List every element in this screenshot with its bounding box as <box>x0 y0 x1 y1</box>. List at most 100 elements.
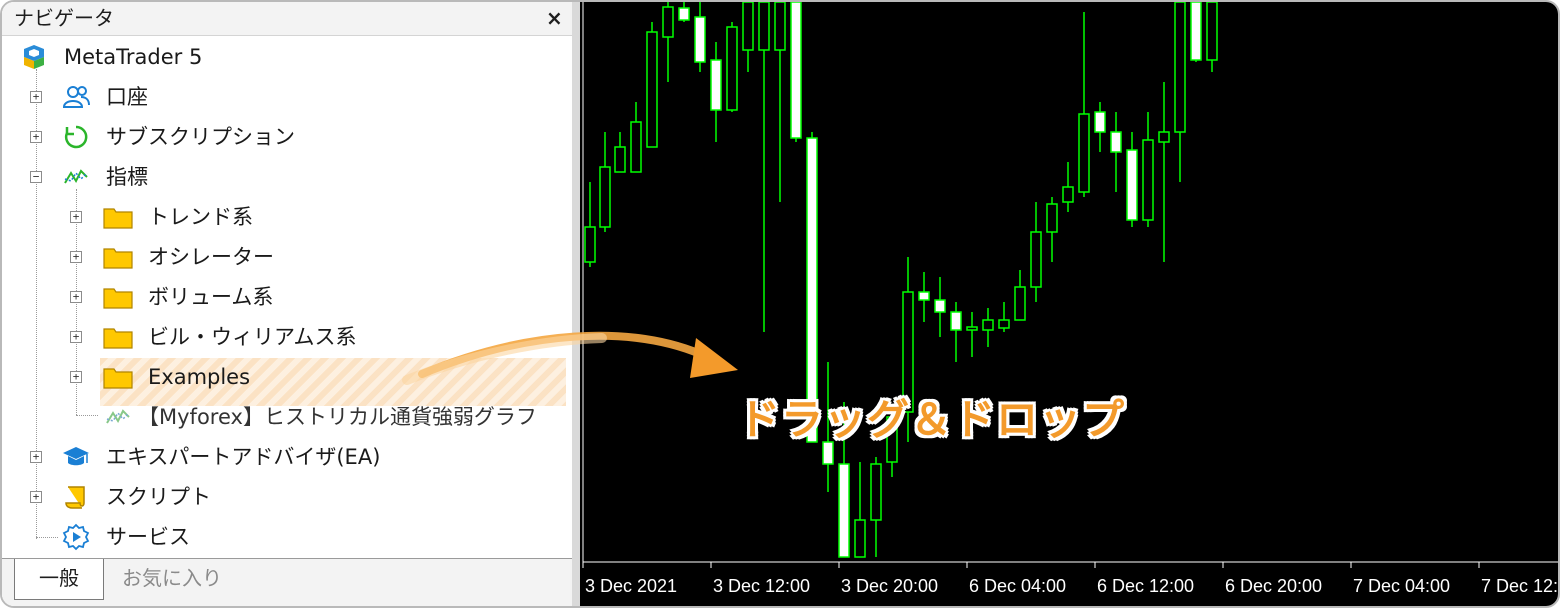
time-label: 6 Dec 04:00 <box>969 576 1066 596</box>
candle-body <box>774 2 786 51</box>
tree-item-label: スクリプト <box>106 485 211 509</box>
expand-icon[interactable]: + <box>70 331 82 343</box>
navigator-title: ナビゲータ <box>14 6 114 30</box>
panel-splitter[interactable] <box>572 2 580 606</box>
expand-icon[interactable]: + <box>30 451 42 463</box>
candle-body <box>584 226 596 263</box>
candle-body <box>742 2 754 51</box>
candle-body <box>726 26 738 111</box>
price-chart[interactable]: 3 Dec 2021 3 Dec 12:00 3 Dec 20:00 6 Dec 04… <box>580 2 1558 606</box>
candle-body <box>599 166 611 228</box>
tree-item-expert-advisors[interactable]: + エキスパートアドバイザ(EA) <box>26 439 556 475</box>
tree-item-label: エキスパートアドバイザ(EA) <box>106 445 381 469</box>
expand-icon[interactable]: + <box>70 291 82 303</box>
time-axis: 3 Dec 2021 3 Dec 12:00 3 Dec 20:00 6 Dec 04… <box>582 562 1558 596</box>
candle-body <box>934 299 946 313</box>
tree-item-label: ビル・ウィリアムス系 <box>148 325 357 349</box>
candle-body <box>1158 131 1170 143</box>
folder-icon <box>102 363 134 391</box>
tree-root-metatrader[interactable]: MetaTrader 5 <box>18 39 558 75</box>
tree-item-subscription[interactable]: + サブスクリプション <box>26 119 556 155</box>
tree-item-scripts[interactable]: + スクリプト <box>26 479 556 515</box>
tree-item-myforex-indicator[interactable]: 【Myforex】ヒストリカル通貨強弱グラフ <box>102 399 562 435</box>
candles-group <box>584 2 1218 558</box>
tree-item-services[interactable]: サービス <box>26 519 556 555</box>
tab-favorites[interactable]: お気に入り <box>112 559 232 599</box>
candlestick-chart: 3 Dec 2021 3 Dec 12:00 3 Dec 20:00 6 Dec 04… <box>582 2 1558 596</box>
candle-body <box>998 319 1010 329</box>
candle-body <box>1046 203 1058 233</box>
drag-and-drop-callout: ドラッグ＆ドロップ <box>738 395 1126 444</box>
candle-body <box>1206 2 1218 61</box>
expand-icon[interactable]: + <box>30 491 42 503</box>
time-label: 6 Dec 12:00 <box>1097 576 1194 596</box>
candle-body <box>982 319 994 331</box>
candle-body <box>1190 2 1202 61</box>
tree-item-bill-williams[interactable]: + ビル・ウィリアムス系 <box>66 319 556 355</box>
time-label: 3 Dec 20:00 <box>841 576 938 596</box>
tree-item-volume[interactable]: + ボリューム系 <box>66 279 556 315</box>
candle-body <box>1174 2 1186 133</box>
candle-body <box>966 326 978 331</box>
navigator-tree: MetaTrader 5 + 口座 + サブスクリプション − 指標 + トレン… <box>14 37 568 557</box>
candle-body <box>1110 131 1122 153</box>
time-label: 7 Dec 04:00 <box>1353 576 1450 596</box>
candle-body <box>1126 149 1138 221</box>
expand-icon[interactable]: + <box>70 251 82 263</box>
candle-body <box>1142 139 1154 221</box>
candle-body <box>854 519 866 558</box>
screenshot-frame: ナビゲータ × MetaTrader 5 + 口座 + サブスクリプション − … <box>0 0 1560 608</box>
expand-icon[interactable]: + <box>30 131 42 143</box>
expand-icon[interactable]: + <box>70 211 82 223</box>
indicator-icon <box>60 163 92 191</box>
candle-body <box>1094 111 1106 133</box>
candle-body <box>790 2 802 139</box>
expert-advisor-icon <box>60 443 92 471</box>
tree-item-indicators[interactable]: − 指標 <box>26 159 556 195</box>
candle-body <box>646 31 658 148</box>
metatrader-logo-icon <box>18 43 50 71</box>
tree-root-label: MetaTrader 5 <box>64 45 203 69</box>
collapse-icon[interactable]: − <box>30 171 42 183</box>
folder-icon <box>102 283 134 311</box>
tree-item-label: 指標 <box>106 165 148 189</box>
tree-item-trend[interactable]: + トレンド系 <box>66 199 556 235</box>
tree-item-label: 口座 <box>106 85 148 109</box>
tree-item-label: 【Myforex】ヒストリカル通貨強弱グラフ <box>138 405 537 429</box>
tree-item-label: サブスクリプション <box>106 125 295 149</box>
tree-item-account[interactable]: + 口座 <box>26 79 556 115</box>
tree-line <box>76 415 98 416</box>
candle-body <box>950 311 962 331</box>
time-label: 3 Dec 2021 <box>585 576 677 596</box>
candle-body <box>662 6 674 38</box>
expand-icon[interactable]: + <box>70 371 82 383</box>
candle-body <box>870 463 882 521</box>
folder-icon <box>102 323 134 351</box>
candle-body <box>614 146 626 173</box>
candle-body <box>630 121 642 173</box>
folder-icon <box>102 243 134 271</box>
tree-item-label: Examples <box>148 365 251 389</box>
subscription-icon <box>60 123 92 151</box>
close-icon[interactable]: × <box>546 6 563 30</box>
tree-item-label: サービス <box>106 525 190 549</box>
candle-body <box>1062 186 1074 203</box>
script-icon <box>60 483 92 511</box>
navigator-tabs: 一般 お気に入り <box>2 558 572 606</box>
tree-item-label: ボリューム系 <box>148 285 274 309</box>
candle-body <box>678 7 690 21</box>
candle-body <box>1078 113 1090 193</box>
tree-item-label: オシレーター <box>148 245 274 269</box>
candle-body <box>838 463 850 558</box>
service-icon <box>60 523 92 551</box>
time-label: 7 Dec 12:00 <box>1481 576 1558 596</box>
time-label: 6 Dec 20:00 <box>1225 576 1322 596</box>
folder-icon <box>102 203 134 231</box>
tree-item-oscillator[interactable]: + オシレーター <box>66 239 556 275</box>
expand-icon[interactable]: + <box>30 91 42 103</box>
tree-item-examples[interactable]: + Examples <box>66 359 556 395</box>
tree-item-label: トレンド系 <box>148 205 253 229</box>
navigator-header: ナビゲータ × <box>2 2 572 36</box>
candle-body <box>710 59 722 111</box>
tab-general[interactable]: 一般 <box>14 559 104 600</box>
